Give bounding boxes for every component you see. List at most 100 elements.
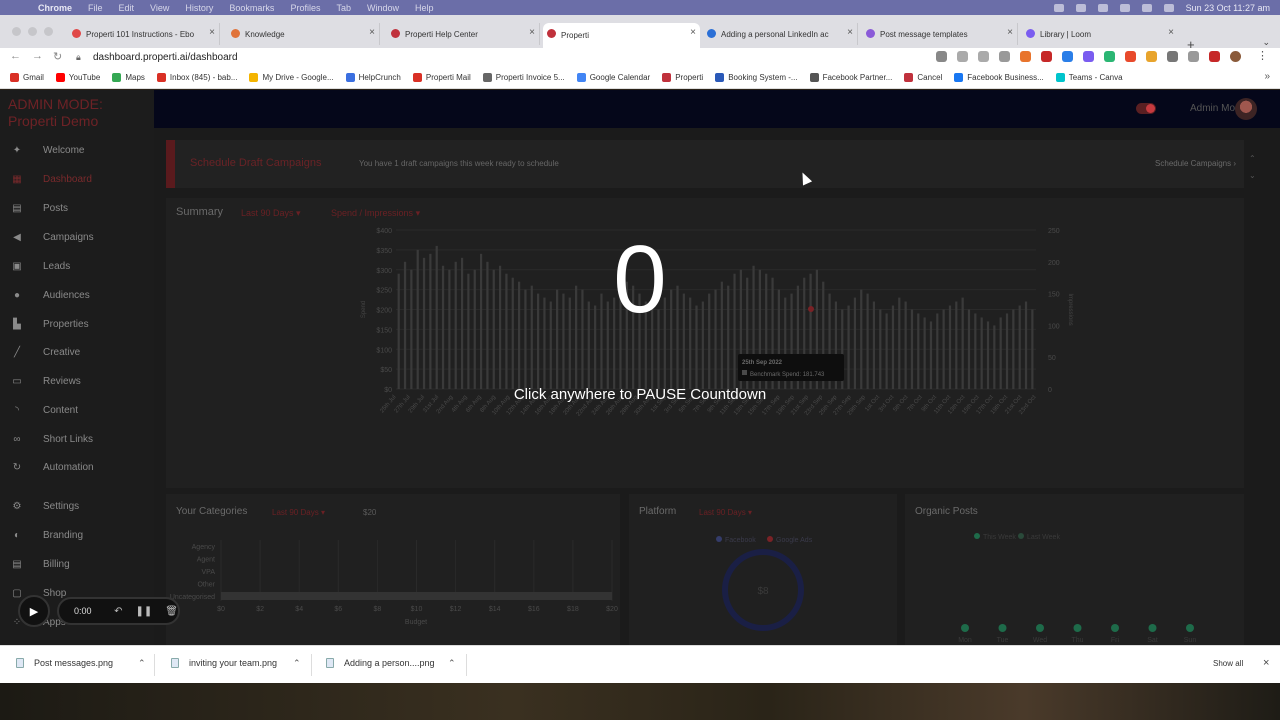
clock-status-icon[interactable] <box>1053 3 1064 12</box>
close-downloads-icon[interactable]: × <box>1263 657 1269 669</box>
admin-mode-toggle[interactable] <box>1136 103 1156 114</box>
extension-icon[interactable] <box>1083 51 1094 62</box>
download-item[interactable]: inviting your team.png <box>171 658 277 668</box>
menubar-item-tab[interactable]: Tab <box>336 3 351 13</box>
chevron-down-icon[interactable]: ⌄ <box>1249 167 1256 184</box>
bookmark-gmail[interactable]: Gmail <box>10 73 44 82</box>
browser-tab[interactable]: Properti 101 Instructions - Ebo × <box>68 23 220 45</box>
battery-icon[interactable] <box>1097 3 1108 12</box>
bookmark-maps[interactable]: Maps <box>112 73 145 82</box>
sidebar-item-dashboard[interactable]: ▦ Dashboard <box>0 169 154 189</box>
tab-close-icon[interactable]: × <box>847 27 853 38</box>
browser-tab[interactable]: Post message templates × <box>862 23 1018 45</box>
menubar-item-bookmarks[interactable]: Bookmarks <box>229 3 274 13</box>
tab-close-icon[interactable]: × <box>1168 27 1174 38</box>
bookmark-youtube[interactable]: YouTube <box>55 73 100 82</box>
chevron-up-icon[interactable]: ⌃ <box>293 658 301 669</box>
browser-tab-active[interactable]: Properti × <box>543 23 700 48</box>
bookmarks-overflow-icon[interactable]: » <box>1264 71 1270 82</box>
menubar-item-edit[interactable]: Edit <box>119 3 135 13</box>
schedule-campaigns-link[interactable]: Schedule Campaigns › <box>1155 159 1236 168</box>
sidebar-item-settings[interactable]: ⚙ Settings <box>0 496 154 516</box>
show-all-downloads-link[interactable]: Show all <box>1213 659 1243 668</box>
sidebar-item-short-links[interactable]: ∞ Short Links <box>0 429 154 449</box>
sidebar-item-content[interactable]: ◝ Content <box>0 400 154 420</box>
reading-list-icon[interactable] <box>1209 51 1220 62</box>
profile-avatar[interactable] <box>1230 51 1241 62</box>
menubar-datetime[interactable]: Sun 23 Oct 11:27 am <box>1186 3 1270 13</box>
chevron-up-icon[interactable]: ⌃ <box>138 658 146 669</box>
pause-countdown-message[interactable]: Click anywhere to PAUSE Countdown <box>0 386 1280 403</box>
share-icon[interactable] <box>978 51 989 62</box>
organic-posts-chart[interactable]: This Week Last Week Mon Tue Wed Thu Fri Sat Sun <box>905 494 1244 645</box>
bookmark-helpcrunch[interactable]: HelpCrunch <box>345 73 401 82</box>
kebab-menu-icon[interactable]: ⋮ <box>1257 49 1268 62</box>
extension-icon[interactable] <box>1062 51 1073 62</box>
puzzle-icon[interactable] <box>1188 51 1199 62</box>
forward-arrow-icon[interactable]: → <box>32 50 43 62</box>
extension-icon[interactable] <box>1125 51 1136 62</box>
chevron-up-icon[interactable]: ⌃ <box>448 658 456 669</box>
close-window-button[interactable] <box>12 27 21 36</box>
extension-icon[interactable] <box>1146 51 1157 62</box>
bookmark-properti-invoice[interactable]: Properti Invoice 5... <box>482 73 565 82</box>
extension-icon[interactable] <box>1104 51 1115 62</box>
bookmark-facebook-business[interactable]: Facebook Business... <box>954 73 1044 82</box>
zoom-icon[interactable] <box>957 51 968 62</box>
extension-icon[interactable] <box>1167 51 1178 62</box>
bookmark-teams-canva[interactable]: Teams - Canva <box>1055 73 1123 82</box>
bookmark-google-calendar[interactable]: Google Calendar <box>576 73 650 82</box>
trash-icon[interactable]: 🗑︎ <box>165 606 178 617</box>
wifi-icon[interactable] <box>1119 3 1130 12</box>
zoom-window-button[interactable] <box>44 27 53 36</box>
browser-tab[interactable]: Adding a personal LinkedIn ac × <box>703 23 858 45</box>
platform-donut-chart[interactable]: Facebook Google Ads $8 <box>629 494 897 645</box>
categories-bar-chart[interactable]: Agency Agent VPA Other Uncategorised$0 $2 $4 $6… <box>166 494 620 645</box>
address-url[interactable]: dashboard.properti.ai/dashboard <box>93 52 238 63</box>
tab-close-icon[interactable]: × <box>1007 27 1013 38</box>
sidebar-item-welcome[interactable]: ✦ Welcome <box>0 140 154 160</box>
reload-icon[interactable]: ↻ <box>53 50 62 63</box>
bookmark-inbox[interactable]: Inbox (845) - bab... <box>156 73 237 82</box>
bookmark-star-icon[interactable] <box>999 51 1010 62</box>
lock-icon[interactable]: 🔒︎ <box>76 52 85 63</box>
menubar-item-history[interactable]: History <box>185 3 213 13</box>
sidebar-item-creative[interactable]: ╱ Creative <box>0 342 154 362</box>
sidebar-item-billing[interactable]: ▤ Billing <box>0 554 154 574</box>
countdown-number[interactable]: 0 <box>0 225 1280 335</box>
menubar-item-window[interactable]: Window <box>367 3 399 13</box>
spotlight-icon[interactable] <box>1141 3 1152 12</box>
menubar-item-file[interactable]: File <box>88 3 103 13</box>
menubar-item-help[interactable]: Help <box>415 3 434 13</box>
pause-icon[interactable]: ❚❚ <box>136 606 153 617</box>
sidebar-item-automation[interactable]: ↻ Automation <box>0 457 154 477</box>
back-arrow-icon[interactable]: ← <box>10 50 21 62</box>
camera-toggle-button[interactable]: ▶ <box>18 595 50 627</box>
bookmark-properti-mail[interactable]: Properti Mail <box>412 73 471 82</box>
tab-close-icon[interactable]: × <box>529 27 535 38</box>
tab-close-icon[interactable]: × <box>369 27 375 38</box>
tab-search-chevron-icon[interactable]: ⌄ <box>1262 37 1270 48</box>
sidebar-item-posts[interactable]: ▤ Posts <box>0 198 154 218</box>
menubar-app-name[interactable]: Chrome <box>38 3 72 13</box>
record-status-icon[interactable] <box>1075 3 1086 12</box>
tab-close-icon[interactable]: × <box>209 27 215 38</box>
bookmark-drive[interactable]: My Drive - Google... <box>249 73 334 82</box>
extension-icon[interactable] <box>1020 51 1031 62</box>
undo-icon[interactable]: ↶ <box>114 606 122 617</box>
browser-tab[interactable]: Properti Help Center × <box>387 23 540 45</box>
bookmark-booking-system[interactable]: Booking System -... <box>715 73 798 82</box>
browser-tab[interactable]: Knowledge × <box>227 23 380 45</box>
download-item[interactable]: Post messages.png <box>16 658 113 668</box>
browser-tab[interactable]: Library | Loom × <box>1022 23 1178 45</box>
address-bar[interactable]: 🔒︎ dashboard.properti.ai/dashboard <box>76 49 926 65</box>
bookmark-cancel[interactable]: Cancel <box>904 73 942 82</box>
download-item[interactable]: Adding a person....png <box>326 658 435 668</box>
extension-icon[interactable] <box>1041 51 1052 62</box>
camera-icon[interactable] <box>936 51 947 62</box>
control-center-icon[interactable] <box>1163 3 1174 12</box>
bookmark-facebook-partner[interactable]: Facebook Partner... <box>809 73 892 82</box>
sidebar-item-branding[interactable]: ◐ Branding <box>0 525 154 545</box>
menubar-item-profiles[interactable]: Profiles <box>290 3 320 13</box>
menubar-item-view[interactable]: View <box>150 3 169 13</box>
